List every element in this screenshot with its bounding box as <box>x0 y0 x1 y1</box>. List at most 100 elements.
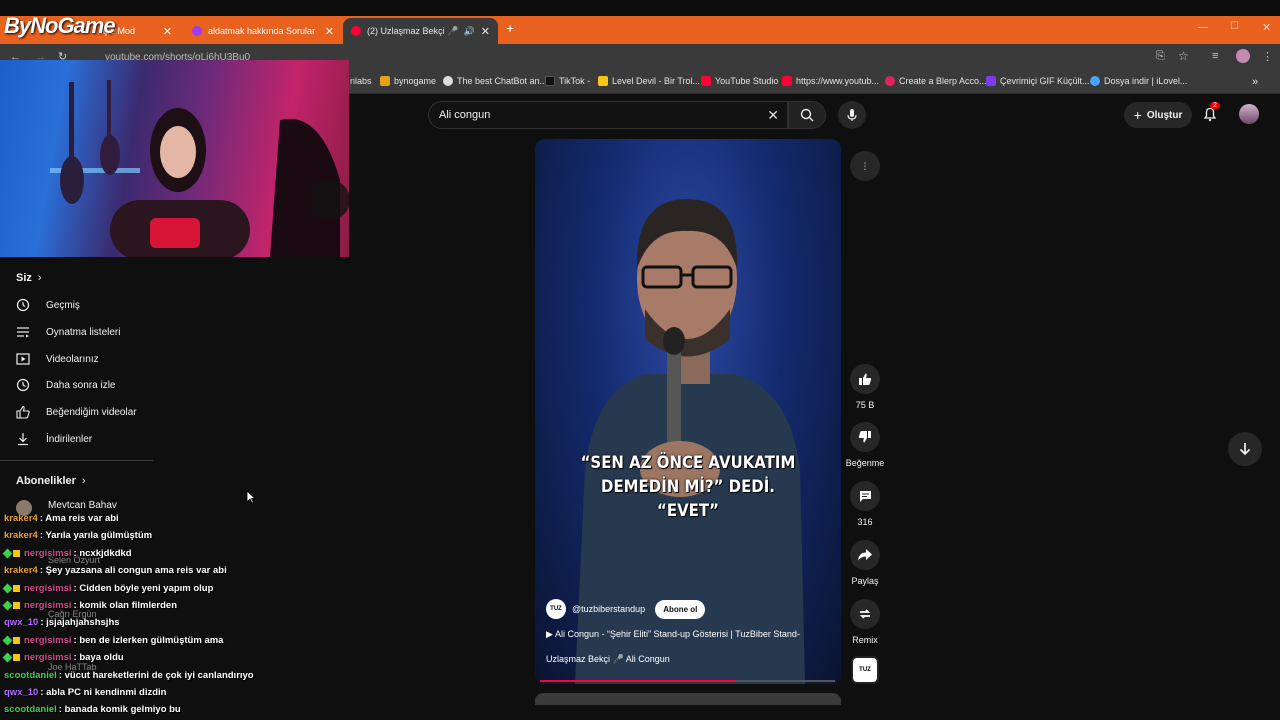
maximize-icon[interactable]: ☐ <box>1230 21 1239 32</box>
tab-3-active[interactable]: (2) Uzlaşmaz Bekçi 🎤 Ali C 🔊 ✕ <box>343 18 498 44</box>
share-button[interactable]: Paylaş <box>845 540 885 586</box>
more-options-button[interactable]: ⋮ <box>849 151 881 187</box>
bookmark-item[interactable]: Create a Blerp Acco... <box>885 76 987 86</box>
sidebar-item-downloads[interactable]: İndirilenler <box>16 432 92 446</box>
next-short-preview[interactable] <box>535 693 841 705</box>
chat-text: : ncxkjdkdkd <box>73 547 132 559</box>
comment-icon <box>850 481 880 511</box>
chat-username: nergisimsi <box>24 634 72 646</box>
sidebar-item-playlists[interactable]: Oynatma listeleri <box>16 325 120 339</box>
chevron-right-icon: › <box>37 272 42 284</box>
sidebar-item-your-videos[interactable]: Videolarınız <box>16 352 99 366</box>
video-title-line-2[interactable]: Uzlaşmaz Bekçi 🎤 Ali Congun <box>546 654 670 665</box>
media-icon[interactable]: ≡ <box>1212 50 1218 62</box>
bookmark-item[interactable]: bynogame <box>380 76 436 86</box>
close-icon[interactable]: ✕ <box>481 25 490 38</box>
video-icon <box>16 353 30 365</box>
tiktok-icon <box>545 76 555 86</box>
shorts-video-player[interactable]: “SEN AZ ÖNCE AVUKATIM DEMEDİN Mİ?” DEDİ.… <box>535 139 841 684</box>
dislike-button[interactable]: Beğenme <box>843 422 887 468</box>
comment-count: 316 <box>857 517 873 527</box>
remix-icon <box>850 599 880 629</box>
sidebar-item-label: Beğendiğim videolar <box>46 406 137 418</box>
chat-text: : banada komik gelmiyo bu <box>58 704 181 716</box>
more-bookmarks-icon[interactable]: » <box>1252 76 1258 88</box>
close-icon[interactable]: ✕ <box>163 25 172 38</box>
like-button[interactable]: 75 B <box>849 364 881 410</box>
chat-badge-icon <box>2 652 13 663</box>
menu-icon[interactable]: ⋮ <box>1262 50 1273 63</box>
sidebar-item-liked-videos[interactable]: Beğendiğim videolar <box>16 405 137 419</box>
sidebar-you-header[interactable]: Siz › <box>16 272 42 284</box>
bookmark-item[interactable]: TikTok - <box>545 76 590 86</box>
channel-avatar[interactable]: TUZ <box>546 599 566 619</box>
search-button[interactable] <box>788 101 826 129</box>
tab-2[interactable]: aldatmak hakkında Sorular - K ✕ <box>184 18 342 44</box>
chat-message: nergisimsi: ncxkjdkdkd <box>2 547 132 559</box>
bookmark-label: Create a Blerp Acco... <box>899 76 987 86</box>
bookmark-item[interactable]: The best ChatBot an... <box>443 76 547 86</box>
chat-username: scootdaniel <box>4 704 57 716</box>
video-progress-bar[interactable] <box>540 680 835 682</box>
install-icon[interactable]: ⎘ <box>1156 50 1165 63</box>
chat-message: kraker4: Ama reis var abi <box>4 513 119 524</box>
ilovepdf-icon <box>1090 76 1100 86</box>
mouse-cursor-icon <box>246 490 256 504</box>
notifications-button[interactable]: 2 <box>1202 102 1220 127</box>
progress-fill <box>540 680 735 682</box>
sidebar-subscriptions-header[interactable]: Abonelikler › <box>16 475 86 487</box>
history-icon <box>16 298 30 312</box>
account-avatar[interactable] <box>1239 104 1259 124</box>
bookmark-item[interactable]: nlabs <box>350 76 372 86</box>
window-close-icon[interactable]: ✕ <box>1262 21 1271 34</box>
video-title-text: Ali Congun - “Şehir Eliti” Stand-up Göst… <box>554 629 800 639</box>
minimize-icon[interactable]: — <box>1198 22 1208 33</box>
bookmark-item[interactable]: https://www.youtub... <box>782 76 879 86</box>
profile-avatar[interactable] <box>1236 49 1250 63</box>
video-title[interactable]: ▶ Ali Congun - “Şehir Eliti” Stand-up Gö… <box>546 629 800 640</box>
clear-search-icon[interactable]: ✕ <box>767 107 779 124</box>
more-vert-icon: ⋮ <box>850 151 880 181</box>
webcam-overlay <box>0 60 349 257</box>
dislike-label: Beğenme <box>845 458 885 468</box>
remix-button[interactable]: Remix <box>849 599 881 645</box>
next-video-button[interactable] <box>1228 432 1262 466</box>
clock-icon <box>16 378 30 392</box>
comments-button[interactable]: 316 <box>849 481 881 527</box>
youtube-studio-icon <box>701 76 711 86</box>
caption-line: “EVET” <box>657 501 719 521</box>
voice-search-button[interactable] <box>838 101 866 129</box>
new-tab-icon[interactable]: + <box>506 20 514 36</box>
close-icon[interactable]: ✕ <box>325 25 334 38</box>
channel-handle[interactable]: @tuzbiberstandup <box>572 604 645 614</box>
bookmark-label: Level Devil - Bir Trol... <box>612 76 701 86</box>
chat-text: : vücut hareketlerini de çok iyi canland… <box>58 669 254 681</box>
chat-username: qwx_10 <box>4 687 39 698</box>
chat-message: nergisimsi: Cidden böyle yeni yapım olup <box>2 583 213 594</box>
subscribe-button[interactable]: Abone ol <box>655 599 706 619</box>
search-input[interactable]: Ali congun ✕ <box>428 101 788 129</box>
bookmark-item[interactable]: YouTube Studio <box>701 76 778 86</box>
chat-badge-icon <box>2 600 13 611</box>
bookmark-item[interactable]: Level Devil - Bir Trol... <box>598 76 700 86</box>
chat-message: kraker4: Yarıla yarıla gülmüştüm <box>4 530 152 541</box>
speaker-icon[interactable]: 🔊 <box>464 26 475 37</box>
bookmark-item[interactable]: Dosya indir | iLovel... <box>1090 76 1187 86</box>
chat-badge-icon <box>13 636 20 644</box>
sidebar-sub-item[interactable]: Mevtcan Bahav <box>16 500 117 516</box>
sidebar-item-watch-later[interactable]: Daha sonra izle <box>16 378 115 392</box>
chat-text: : ben de izlerken gülmüştüm ama <box>73 634 224 646</box>
sidebar-item-history[interactable]: Geçmiş <box>16 298 80 312</box>
bookmark-item[interactable]: Çevrimiçi GIF Küçült... <box>986 76 1090 86</box>
youtube-icon <box>782 76 792 86</box>
chat-message: qwx_10: jsjajahjahshsjhs <box>4 617 120 628</box>
create-button[interactable]: + Oluştur <box>1124 102 1192 128</box>
star-icon[interactable]: ☆ <box>1178 49 1189 63</box>
sound-thumbnail[interactable]: TUZ <box>851 656 879 684</box>
share-icon <box>850 540 880 570</box>
you-label: Siz <box>16 272 32 284</box>
chat-text: : baya oldu <box>73 652 124 664</box>
chat-badge-icon <box>13 654 20 662</box>
channel-name: Mevtcan Bahav <box>48 500 117 511</box>
chat-message: scootdaniel: banada komik gelmiyo bu <box>4 704 181 715</box>
